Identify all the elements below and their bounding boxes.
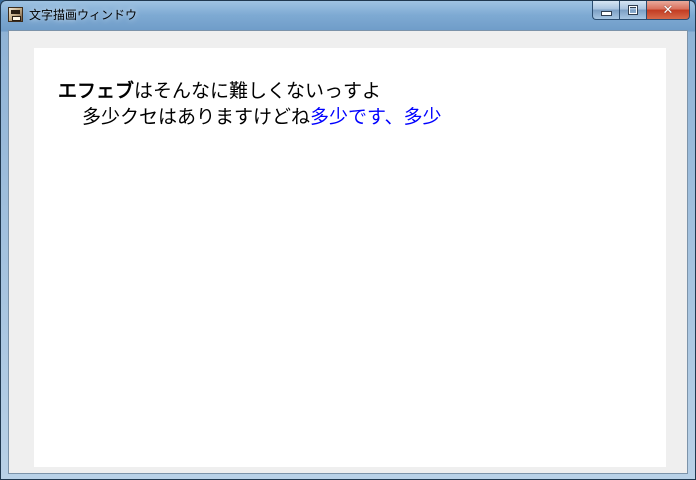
app-window: 文字描画ウィンドウ ✕ エフェブはそんなに難しくないっすよ 多少クセはありますけ…: [0, 0, 696, 480]
text-line-2: 多少クセはありますけどね多少です、多少: [82, 105, 442, 129]
text-line-1: エフェブはそんなに難しくないっすよ: [58, 79, 381, 103]
drawing-area: エフェブはそんなに難しくないっすよ 多少クセはありますけどね多少です、多少: [34, 48, 666, 467]
blue-text: 多少です、多少: [310, 106, 442, 128]
minimize-icon: [600, 10, 612, 16]
maximize-icon: [628, 5, 638, 15]
normal-text: 多少クセはありますけどね: [82, 106, 311, 128]
normal-text: はそんなに難しくないっすよ: [134, 80, 382, 102]
bold-text: エフェブ: [58, 80, 135, 102]
app-icon[interactable]: [8, 7, 23, 22]
maximize-button[interactable]: [619, 1, 646, 20]
close-button[interactable]: ✕: [646, 1, 690, 20]
caption-buttons: ✕: [592, 1, 690, 21]
client-frame: エフェブはそんなに難しくないっすよ 多少クセはありますけどね多少です、多少: [8, 30, 688, 474]
close-icon: ✕: [662, 2, 674, 18]
title-bar[interactable]: 文字描画ウィンドウ ✕: [1, 1, 695, 30]
window-title: 文字描画ウィンドウ: [29, 8, 138, 22]
minimize-button[interactable]: [592, 1, 619, 20]
